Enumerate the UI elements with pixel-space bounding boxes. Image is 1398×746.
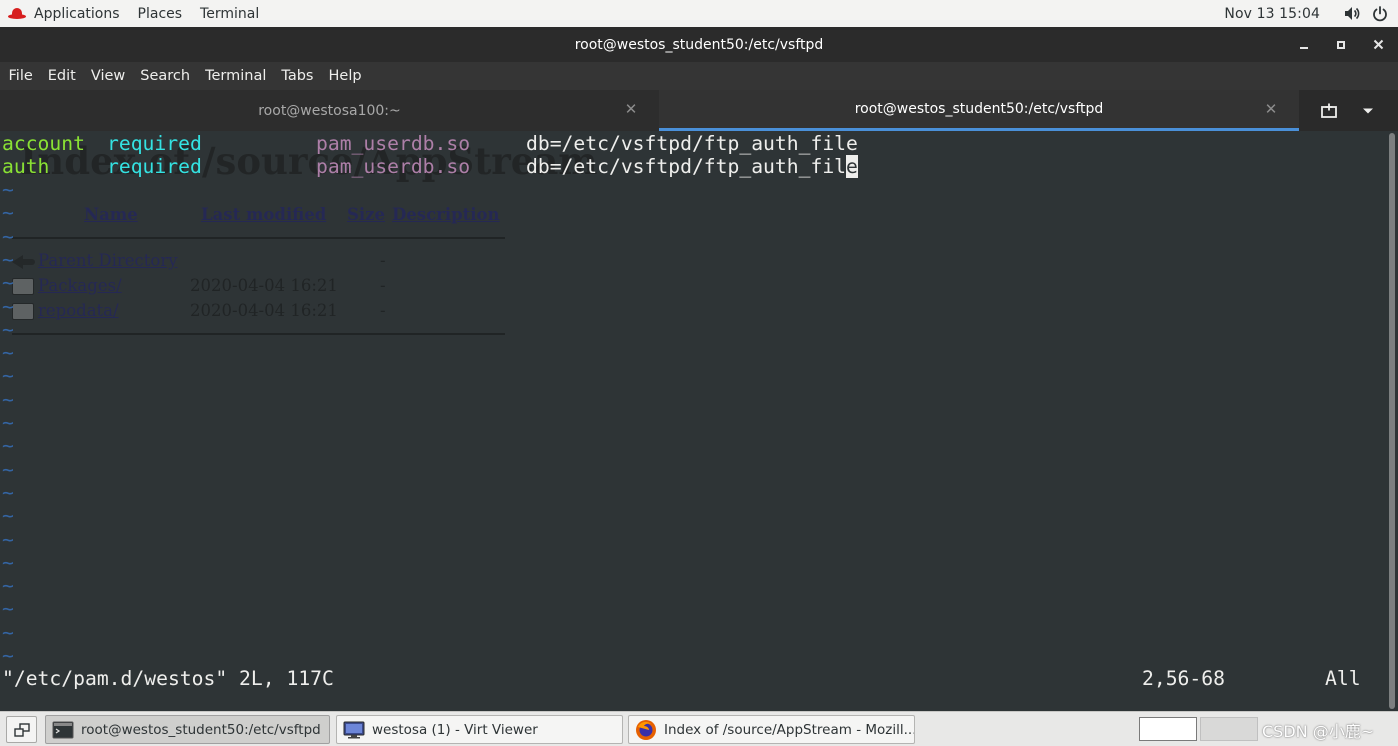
minimize-icon[interactable] bbox=[1287, 27, 1321, 62]
empty-line-tilde: ~ bbox=[2, 644, 14, 667]
menu-tabs[interactable]: Tabs bbox=[274, 62, 321, 90]
status-cursor-position: 2,56-68 bbox=[1142, 667, 1225, 690]
clock[interactable]: Nov 13 15:04 bbox=[1224, 6, 1342, 22]
terminal-app-menu[interactable]: Terminal bbox=[191, 0, 268, 27]
empty-line-tilde: ~ bbox=[2, 387, 14, 411]
empty-line-tilde: ~ bbox=[2, 247, 14, 271]
status-line: "/etc/pam.d/westos" 2L, 117C 2,56-68 All bbox=[0, 131, 1386, 690]
text-cursor: e bbox=[846, 155, 858, 178]
new-tab-icon[interactable] bbox=[1315, 97, 1343, 125]
ghost-rule-bottom bbox=[12, 333, 505, 335]
status-view-range: All bbox=[1325, 667, 1361, 690]
empty-line-tilde: ~ bbox=[2, 550, 14, 574]
terminal-icon bbox=[52, 721, 74, 738]
ghost-date: 2020-04-04 16:21 bbox=[190, 276, 338, 295]
ghost-link: repodata/ bbox=[38, 301, 119, 320]
pam-module: pam_userdb.so bbox=[316, 155, 471, 178]
ghost-size: - bbox=[380, 301, 386, 320]
menu-terminal[interactable]: Terminal bbox=[198, 62, 274, 90]
workspace-1[interactable] bbox=[1139, 717, 1197, 741]
empty-line-tilde: ~ bbox=[2, 434, 14, 458]
virt-viewer-icon bbox=[343, 721, 365, 738]
tab-tools bbox=[1299, 90, 1398, 131]
taskbar-item-terminal[interactable]: root@westos_student50:/etc/vsftpd bbox=[45, 715, 330, 744]
empty-line-tilde: ~ bbox=[2, 457, 14, 481]
tab-westosa100[interactable]: root@westosa100:~ ✕ bbox=[0, 90, 659, 131]
window-list-taskbar: root@westos_student50:/etc/vsftpd westos… bbox=[0, 711, 1398, 746]
maximize-icon[interactable] bbox=[1324, 27, 1358, 62]
ghost-header-modified: Last modified bbox=[201, 205, 327, 224]
taskbar-item-virt-viewer[interactable]: westosa (1) - Virt Viewer bbox=[336, 715, 623, 744]
close-tab-icon[interactable]: ✕ bbox=[1263, 100, 1279, 118]
ghost-size: - bbox=[380, 251, 386, 270]
terminal-scrollbar[interactable] bbox=[1386, 131, 1398, 711]
empty-line-tilde: ~ bbox=[2, 574, 14, 598]
ghost-header-name: Name bbox=[84, 205, 138, 224]
taskbar-item-label: root@westos_student50:/etc/vsftpd bbox=[81, 721, 321, 738]
empty-line-tilde: ~ bbox=[2, 411, 14, 434]
pam-args-text: db=/etc/vsftpd/ftp_auth_fil bbox=[526, 155, 847, 178]
empty-line-tilde: ~ bbox=[2, 504, 14, 528]
watermark: CSDN @小鹿~ bbox=[1262, 722, 1375, 741]
show-desktop-button[interactable] bbox=[6, 716, 37, 743]
power-icon[interactable] bbox=[1370, 0, 1390, 27]
pam-args: db=/etc/vsftpd/ftp_auth_file bbox=[526, 155, 858, 178]
empty-line-tilde: ~ bbox=[2, 620, 14, 644]
ghost-rule-top bbox=[12, 237, 505, 239]
ghost-size: - bbox=[380, 276, 386, 295]
scrollbar-thumb[interactable] bbox=[1389, 133, 1395, 709]
window-title: root@westos_student50:/etc/vsftpd bbox=[574, 36, 824, 53]
menu-file[interactable]: File bbox=[1, 62, 40, 90]
terminal-app-label: Terminal bbox=[200, 5, 260, 22]
close-icon[interactable] bbox=[1361, 27, 1395, 62]
applications-label: Applications bbox=[34, 5, 120, 22]
places-menu[interactable]: Places bbox=[129, 0, 192, 27]
empty-line-tilde: ~ bbox=[2, 294, 14, 318]
status-file-info: "/etc/pam.d/westos" 2L, 117C bbox=[2, 667, 334, 690]
ghost-date: 2020-04-04 16:21 bbox=[190, 301, 338, 320]
tab-label: root@westos_student50:/etc/vsftpd bbox=[854, 101, 1104, 117]
menu-bar: File Edit View Search Terminal Tabs Help bbox=[0, 62, 1398, 90]
ghost-header-description: Description bbox=[392, 205, 500, 224]
redhat-icon bbox=[8, 7, 26, 20]
menu-edit[interactable]: Edit bbox=[40, 62, 83, 90]
menu-search[interactable]: Search bbox=[133, 62, 198, 90]
close-tab-icon[interactable]: ✕ bbox=[623, 100, 639, 118]
folder-icon bbox=[12, 303, 34, 320]
volume-icon[interactable] bbox=[1342, 0, 1362, 27]
window-title-bar[interactable]: root@westos_student50:/etc/vsftpd bbox=[0, 27, 1398, 62]
menu-help[interactable]: Help bbox=[321, 62, 369, 90]
empty-line-tilde: ~ bbox=[2, 527, 14, 551]
ghost-link: Packages/ bbox=[38, 276, 122, 295]
places-label: Places bbox=[137, 5, 183, 22]
empty-line-tilde: ~ bbox=[2, 364, 14, 388]
empty-line-tilde: ~ bbox=[2, 597, 14, 621]
tab-westos-student50[interactable]: root@westos_student50:/etc/vsftpd ✕ bbox=[659, 90, 1299, 131]
taskbar-item-label: Index of /source/AppStream - Mozill... bbox=[664, 721, 915, 738]
empty-line-tilde: ~ bbox=[2, 480, 14, 504]
applications-menu[interactable]: Applications bbox=[0, 0, 129, 27]
empty-line-tilde: ~ bbox=[2, 341, 14, 365]
ghost-header-size: Size bbox=[347, 205, 386, 224]
tab-menu-chevron-icon[interactable] bbox=[1354, 97, 1382, 125]
taskbar-item-firefox[interactable]: Index of /source/AppStream - Mozill... bbox=[628, 715, 915, 744]
menu-view[interactable]: View bbox=[83, 62, 132, 90]
ghost-link: Parent Directory bbox=[38, 251, 178, 270]
empty-line-tilde: ~ bbox=[2, 317, 14, 341]
editor-line: auth required pam_userdb.so db=/etc/vsft… bbox=[0, 155, 1386, 178]
firefox-icon bbox=[636, 719, 656, 740]
terminal-view[interactable]: Index of /source/AppStream Name Last mod… bbox=[0, 131, 1386, 711]
tab-bar: root@westosa100:~ ✕ root@westos_student5… bbox=[0, 90, 1398, 131]
empty-line-tilde: ~ bbox=[2, 271, 14, 295]
pam-control: required bbox=[107, 155, 202, 178]
top-bar: Applications Places Terminal Nov 13 15:0… bbox=[0, 0, 1398, 27]
workspace-2[interactable] bbox=[1200, 717, 1258, 741]
tab-label: root@westosa100:~ bbox=[258, 102, 401, 119]
taskbar-item-label: westosa (1) - Virt Viewer bbox=[372, 721, 538, 738]
